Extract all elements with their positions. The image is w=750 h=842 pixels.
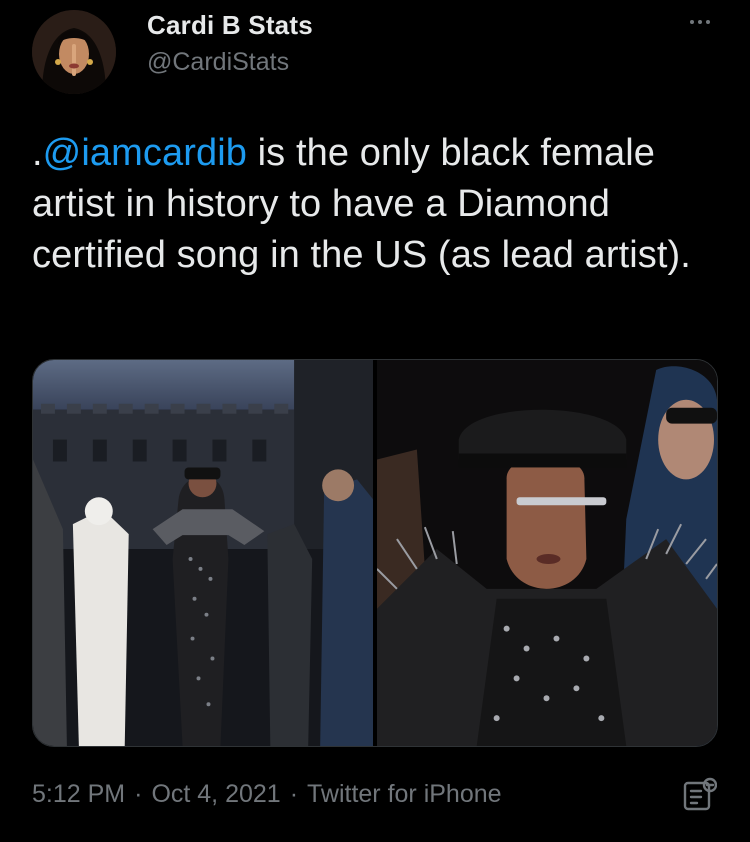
meta-separator: · [289, 780, 299, 808]
photo-full-body-image [33, 360, 373, 746]
author-avatar[interactable] [32, 10, 116, 94]
tweet-source[interactable]: Twitter for iPhone [307, 780, 502, 809]
analytics-icon [683, 777, 717, 811]
tweet-text-prefix: . [32, 132, 43, 174]
avatar-image [32, 10, 116, 94]
media-grid [32, 359, 718, 747]
more-dot-icon [690, 20, 694, 24]
author-handle[interactable]: @CardiStats [147, 48, 289, 77]
media-photo-2[interactable] [377, 360, 717, 746]
tweet-text: .@iamcardib is the only black female art… [32, 128, 722, 281]
more-options-button[interactable] [680, 10, 720, 34]
mention-link[interactable]: @iamcardib [43, 132, 247, 174]
tweet-meta: 5:12 PM · Oct 4, 2021 · Twitter for iPho… [32, 780, 502, 809]
analytics-button[interactable] [683, 777, 717, 811]
more-dot-icon [698, 20, 702, 24]
media-photo-1[interactable] [33, 360, 373, 746]
photo-close-up-image [377, 360, 717, 746]
tweet-date[interactable]: Oct 4, 2021 [151, 780, 280, 809]
author-display-name[interactable]: Cardi B Stats [147, 10, 313, 41]
tweet-time[interactable]: 5:12 PM [32, 780, 125, 809]
tweet-detail: Cardi B Stats @CardiStats .@iamcardib is… [0, 0, 750, 842]
meta-separator: · [134, 780, 143, 808]
more-dot-icon [706, 20, 710, 24]
